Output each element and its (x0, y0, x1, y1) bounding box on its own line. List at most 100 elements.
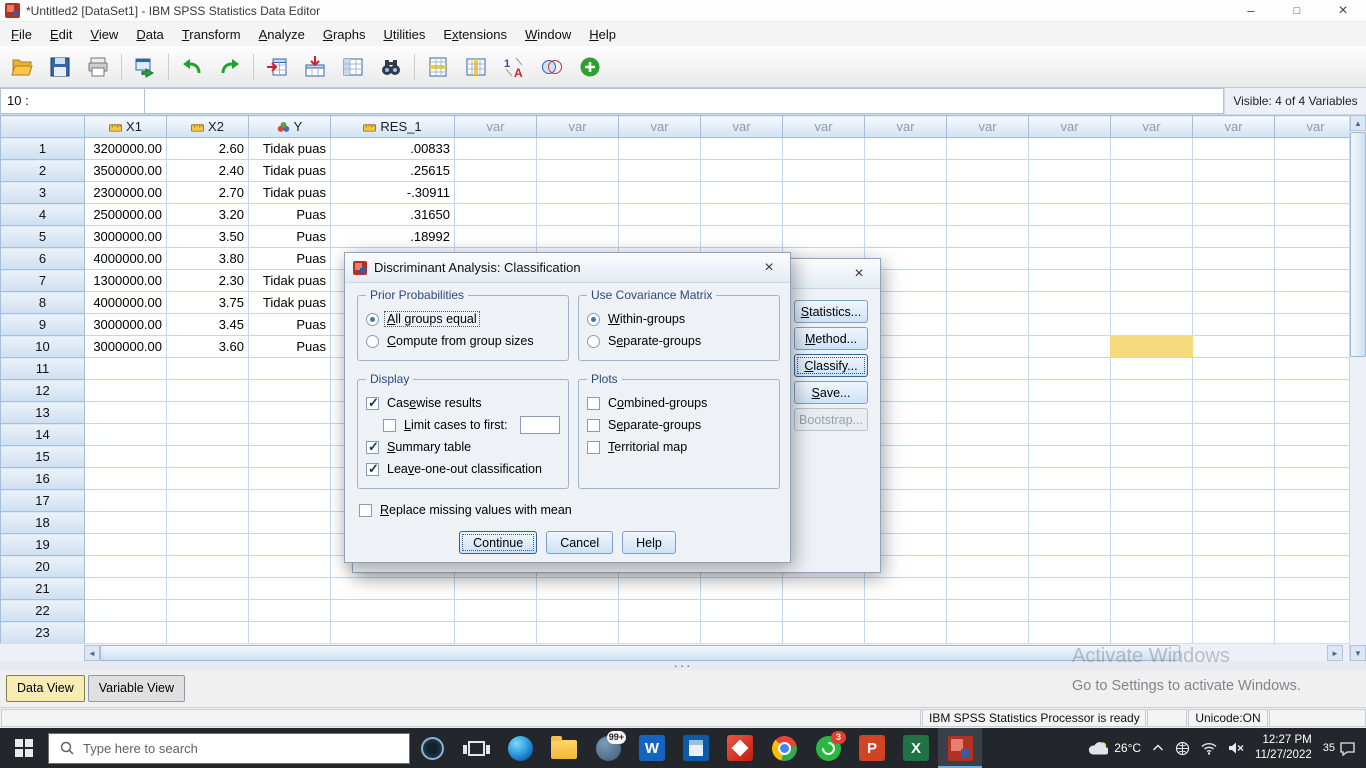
select-all-corner[interactable] (1, 116, 85, 138)
grid-cell[interactable]: Tidak puas (249, 138, 331, 160)
grid-cell[interactable] (1029, 160, 1111, 182)
grid-cell[interactable] (1193, 600, 1275, 622)
grid-cell[interactable] (1275, 402, 1357, 424)
row-header[interactable]: 7 (1, 270, 85, 292)
subdialog-button[interactable]: Statistics... (794, 300, 868, 323)
grid-cell[interactable] (865, 578, 947, 600)
grid-cell[interactable] (249, 424, 331, 446)
volume-muted-icon[interactable] (1228, 741, 1244, 755)
tab-variable-view[interactable]: Variable View (88, 675, 185, 702)
grid-cell[interactable] (1193, 380, 1275, 402)
grid-cell[interactable] (1111, 446, 1193, 468)
grid-cell[interactable] (783, 600, 865, 622)
grid-cell[interactable] (1029, 270, 1111, 292)
var-column-header[interactable]: var (1111, 116, 1193, 138)
grid-cell[interactable]: 3.45 (167, 314, 249, 336)
grid-cell[interactable] (1111, 248, 1193, 270)
grid-cell[interactable] (85, 380, 167, 402)
row-header[interactable]: 22 (1, 600, 85, 622)
undo-icon[interactable] (174, 49, 210, 85)
grid-cell[interactable]: 2.40 (167, 160, 249, 182)
grid-cell[interactable] (167, 490, 249, 512)
grid-cell[interactable] (1193, 424, 1275, 446)
grid-cell[interactable] (1029, 380, 1111, 402)
grid-cell[interactable] (947, 578, 1029, 600)
grid-cell[interactable]: 3500000.00 (85, 160, 167, 182)
grid-cell[interactable] (1275, 380, 1357, 402)
grid-cell[interactable] (1111, 402, 1193, 424)
grid-cell[interactable] (167, 446, 249, 468)
row-header[interactable]: 14 (1, 424, 85, 446)
grid-cell[interactable] (167, 556, 249, 578)
var-column-header[interactable]: var (701, 116, 783, 138)
grid-cell[interactable] (783, 622, 865, 644)
grid-cell[interactable] (455, 182, 537, 204)
grid-cell[interactable] (1029, 512, 1111, 534)
network-icon[interactable] (1175, 741, 1190, 756)
grid-cell[interactable] (85, 600, 167, 622)
checkbox-option[interactable]: Casewise results (366, 392, 560, 414)
grid-cell[interactable] (783, 160, 865, 182)
recall-dialogs-icon[interactable] (127, 49, 163, 85)
grid-cell[interactable] (1111, 182, 1193, 204)
grid-cell[interactable] (783, 182, 865, 204)
grid-cell[interactable] (865, 226, 947, 248)
grid-cell[interactable] (85, 446, 167, 468)
grid-cell[interactable] (1275, 292, 1357, 314)
grid-cell[interactable] (1275, 160, 1357, 182)
grid-cell[interactable] (1111, 270, 1193, 292)
row-header[interactable]: 12 (1, 380, 85, 402)
grid-cell[interactable] (1029, 292, 1111, 314)
grid-cell[interactable] (1275, 490, 1357, 512)
grid-cell[interactable] (1275, 446, 1357, 468)
checkbox-option[interactable]: Summary table (366, 436, 560, 458)
grid-cell[interactable] (167, 402, 249, 424)
grid-cell[interactable] (1111, 160, 1193, 182)
row-header[interactable]: 16 (1, 468, 85, 490)
grid-cell[interactable] (947, 534, 1029, 556)
grid-cell[interactable]: .18992 (331, 226, 455, 248)
grid-cell[interactable] (1111, 424, 1193, 446)
grid-cell[interactable] (947, 160, 1029, 182)
grid-cell[interactable] (701, 226, 783, 248)
grid-cell[interactable] (249, 402, 331, 424)
grid-cell[interactable] (619, 578, 701, 600)
menu-item[interactable]: Utilities (374, 24, 434, 45)
grid-cell[interactable] (249, 512, 331, 534)
grid-cell[interactable]: .00833 (331, 138, 455, 160)
powerpoint-icon[interactable] (850, 728, 894, 768)
menu-item[interactable]: File (2, 24, 41, 45)
close-button[interactable] (1320, 0, 1366, 21)
grid-cell[interactable] (1275, 358, 1357, 380)
grid-cell[interactable] (619, 204, 701, 226)
row-header[interactable]: 17 (1, 490, 85, 512)
weather-widget[interactable]: 26°C (1088, 741, 1141, 755)
grid-cell[interactable]: 3000000.00 (85, 226, 167, 248)
grid-cell[interactable] (1111, 600, 1193, 622)
grid-cell[interactable] (1111, 578, 1193, 600)
grid-cell[interactable] (249, 468, 331, 490)
grid-cell[interactable] (537, 182, 619, 204)
grid-cell[interactable] (167, 424, 249, 446)
grid-cell[interactable] (865, 182, 947, 204)
column-header[interactable]: X2 (167, 116, 249, 138)
radio-option[interactable]: Separate-groups (587, 330, 771, 352)
grid-cell[interactable]: Tidak puas (249, 270, 331, 292)
grid-cell[interactable] (1275, 468, 1357, 490)
grid-cell[interactable] (947, 358, 1029, 380)
grid-cell[interactable] (85, 556, 167, 578)
grid-cell[interactable] (619, 182, 701, 204)
row-header[interactable]: 6 (1, 248, 85, 270)
menu-item[interactable]: Extensions (434, 24, 516, 45)
grid-cell[interactable] (1111, 358, 1193, 380)
var-column-header[interactable]: var (1029, 116, 1111, 138)
grid-cell[interactable] (167, 600, 249, 622)
grid-cell[interactable] (1193, 160, 1275, 182)
grid-cell[interactable] (947, 490, 1029, 512)
show-all-variables-icon[interactable] (572, 49, 608, 85)
grid-cell[interactable] (1111, 468, 1193, 490)
grid-cell[interactable] (85, 578, 167, 600)
taskbar-search[interactable] (48, 733, 410, 764)
grid-cell[interactable] (1111, 292, 1193, 314)
grid-cell[interactable] (1275, 512, 1357, 534)
